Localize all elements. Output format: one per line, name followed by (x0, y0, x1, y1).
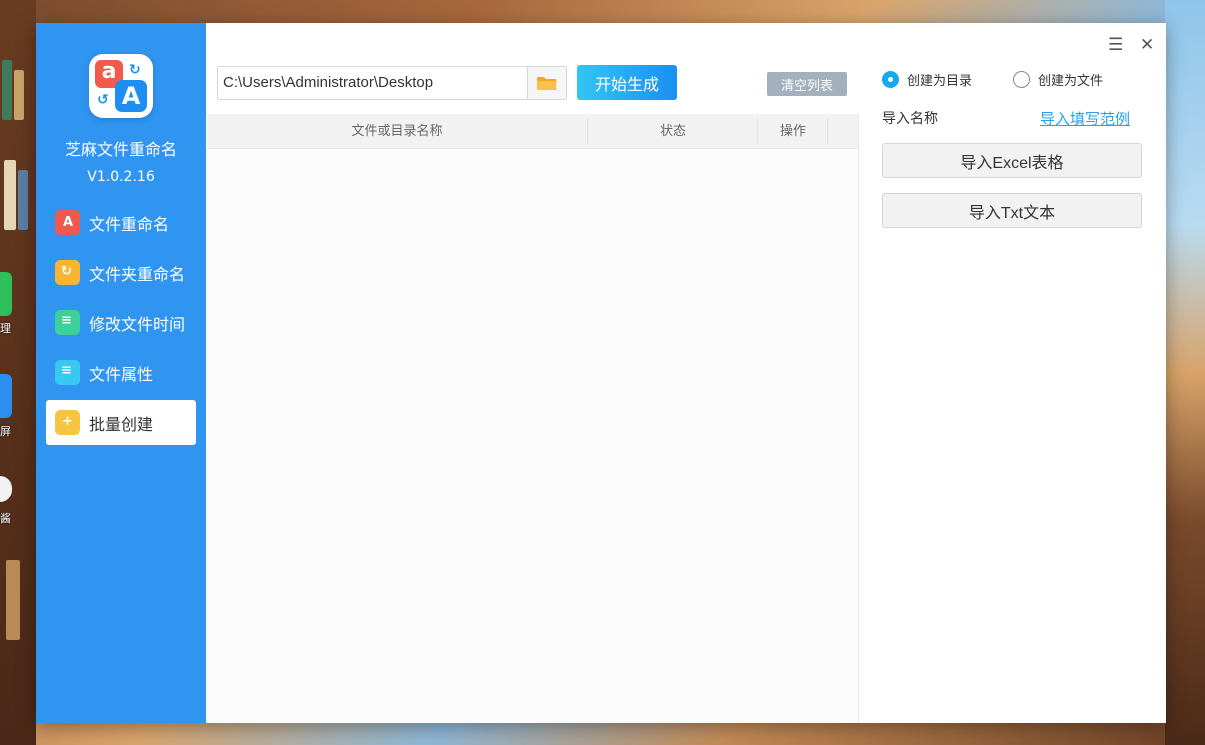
sidebar-nav: A 文件重命名 ↻ 文件夹重命名 ≡ 修改文件时间 ≡ 文件属性 + 批量创建 (46, 200, 196, 450)
logo-letter-b: A (115, 80, 147, 112)
sidebar-item-file-rename[interactable]: A 文件重命名 (46, 200, 196, 245)
rotate-arrow-icon: ↻ (129, 62, 141, 78)
table-header: 文件或目录名称 状态 操作 (207, 114, 858, 149)
app-window: a A ↻ ↺ 芝麻文件重命名 V1.0.2.16 A 文件重命名 ↻ 文件夹重… (36, 23, 1166, 723)
sidebar-item-label: 修改文件时间 (89, 314, 186, 334)
start-generate-button[interactable]: 开始生成 (577, 65, 677, 100)
file-time-icon: ≡ (55, 310, 80, 335)
radio-unchecked[interactable] (1013, 71, 1030, 88)
options-panel: 创建为目录 创建为文件 导入名称 导入填写范例 导入Excel表格 导入Txt文… (859, 23, 1166, 723)
sidebar-item-label: 文件重命名 (89, 214, 170, 234)
file-rename-icon: A (55, 210, 80, 235)
desktop-shortcut-label: 屏 (0, 425, 11, 438)
book (18, 170, 28, 230)
background-window (1165, 0, 1205, 745)
column-divider (827, 119, 828, 144)
rotate-arrow-icon: ↺ (97, 92, 109, 108)
sidebar-item-label: 文件属性 (89, 364, 154, 384)
app-name: 芝麻文件重命名 (64, 140, 177, 159)
sidebar-item-file-time[interactable]: ≡ 修改文件时间 (46, 300, 196, 345)
app-logo: a A ↻ ↺ (89, 54, 153, 118)
browse-folder-button[interactable] (527, 67, 566, 99)
create-as-directory-option[interactable]: 创建为目录 (882, 70, 972, 89)
main-content: 开始生成 清空列表 文件或目录名称 状态 操作 创建为目录 创建为文件 (206, 23, 1166, 723)
path-field (217, 66, 567, 100)
book (2, 60, 12, 120)
sidebar-item-batch-create[interactable]: + 批量创建 (46, 400, 196, 445)
sidebar-item-folder-rename[interactable]: ↻ 文件夹重命名 (46, 250, 196, 295)
file-table: 文件或目录名称 状态 操作 (207, 114, 858, 723)
folder-rename-icon: ↻ (55, 260, 80, 285)
desktop-shortcut-label: 酱 (0, 512, 11, 525)
folder-icon (537, 77, 557, 90)
clear-list-button[interactable]: 清空列表 (767, 72, 847, 96)
menu-icon[interactable]: ☰ (1108, 35, 1123, 55)
close-icon[interactable]: ✕ (1140, 35, 1154, 55)
create-as-directory-label: 创建为目录 (907, 74, 973, 89)
app-version: V1.0.2.16 (87, 169, 155, 185)
desktop-shortcut-label: 理 (0, 322, 11, 335)
desktop-shortcut-icon[interactable] (0, 374, 12, 418)
import-name-title: 导入名称 (882, 111, 938, 127)
batch-create-icon: + (55, 410, 80, 435)
column-header-name[interactable]: 文件或目录名称 (207, 114, 587, 149)
sidebar-item-label: 文件夹重命名 (89, 264, 186, 284)
book (6, 560, 20, 640)
create-as-file-option[interactable]: 创建为文件 (1013, 70, 1103, 89)
column-header-status[interactable]: 状态 (588, 114, 758, 149)
file-attribute-icon: ≡ (55, 360, 80, 385)
sidebar-item-file-attribute[interactable]: ≡ 文件属性 (46, 350, 196, 395)
import-txt-button[interactable]: 导入Txt文本 (882, 193, 1142, 228)
import-example-link[interactable]: 导入填写范例 (1040, 108, 1130, 129)
path-input[interactable] (218, 67, 528, 99)
sidebar-item-label: 批量创建 (89, 414, 154, 434)
book (4, 160, 16, 230)
column-header-action[interactable]: 操作 (758, 114, 828, 149)
import-excel-button[interactable]: 导入Excel表格 (882, 143, 1142, 178)
sidebar: a A ↻ ↺ 芝麻文件重命名 V1.0.2.16 A 文件重命名 ↻ 文件夹重… (36, 23, 206, 723)
radio-checked[interactable] (882, 71, 899, 88)
create-as-file-label: 创建为文件 (1038, 74, 1104, 89)
book (14, 70, 24, 120)
desktop-shortcut-icon[interactable] (0, 272, 12, 316)
